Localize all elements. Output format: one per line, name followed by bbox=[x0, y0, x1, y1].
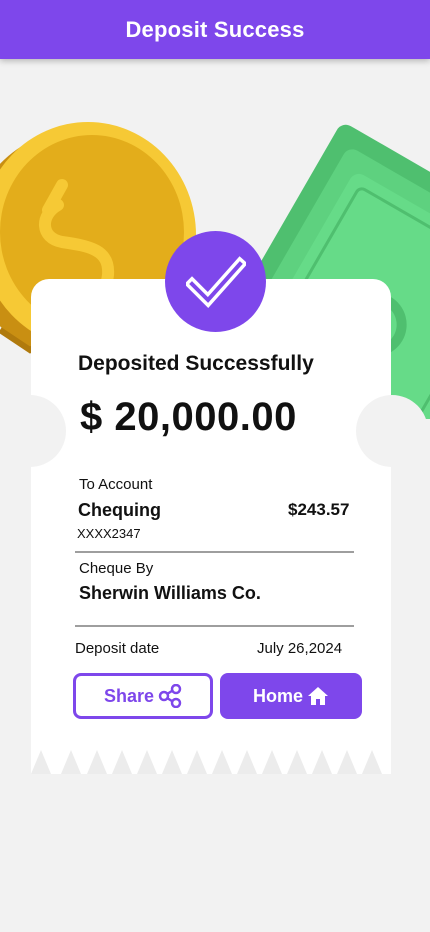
deposit-date-value: July 26,2024 bbox=[257, 640, 343, 657]
to-account-label: To Account bbox=[79, 476, 153, 493]
account-name: Chequing bbox=[78, 500, 161, 520]
divider bbox=[75, 551, 354, 553]
account-balance: $243.57 bbox=[288, 500, 350, 519]
share-button-label: Share bbox=[103, 685, 155, 706]
page-title: Deposit Success bbox=[125, 16, 305, 42]
home-button-label: Home bbox=[252, 685, 303, 706]
cheque-issuer: Sherwin Williams Co. bbox=[79, 583, 261, 603]
home-button[interactable]: Home bbox=[220, 673, 362, 719]
app-header: Deposit Success bbox=[0, 0, 430, 59]
deposit-amount: $ 20,000.00 bbox=[80, 395, 297, 439]
account-number: XXXX2347 bbox=[77, 526, 141, 541]
receipt-notch-right bbox=[356, 395, 428, 467]
check-icon bbox=[185, 255, 246, 308]
share-button[interactable]: Share bbox=[73, 673, 213, 719]
success-heading: Deposited Successfully bbox=[78, 352, 314, 375]
receipt-zigzag-edge bbox=[31, 748, 391, 774]
home-icon bbox=[308, 687, 328, 705]
deposit-date-label: Deposit date bbox=[75, 640, 160, 657]
cheque-by-label: Cheque By bbox=[79, 560, 154, 577]
share-icon bbox=[158, 684, 182, 708]
divider bbox=[75, 625, 354, 627]
success-badge bbox=[165, 231, 266, 332]
